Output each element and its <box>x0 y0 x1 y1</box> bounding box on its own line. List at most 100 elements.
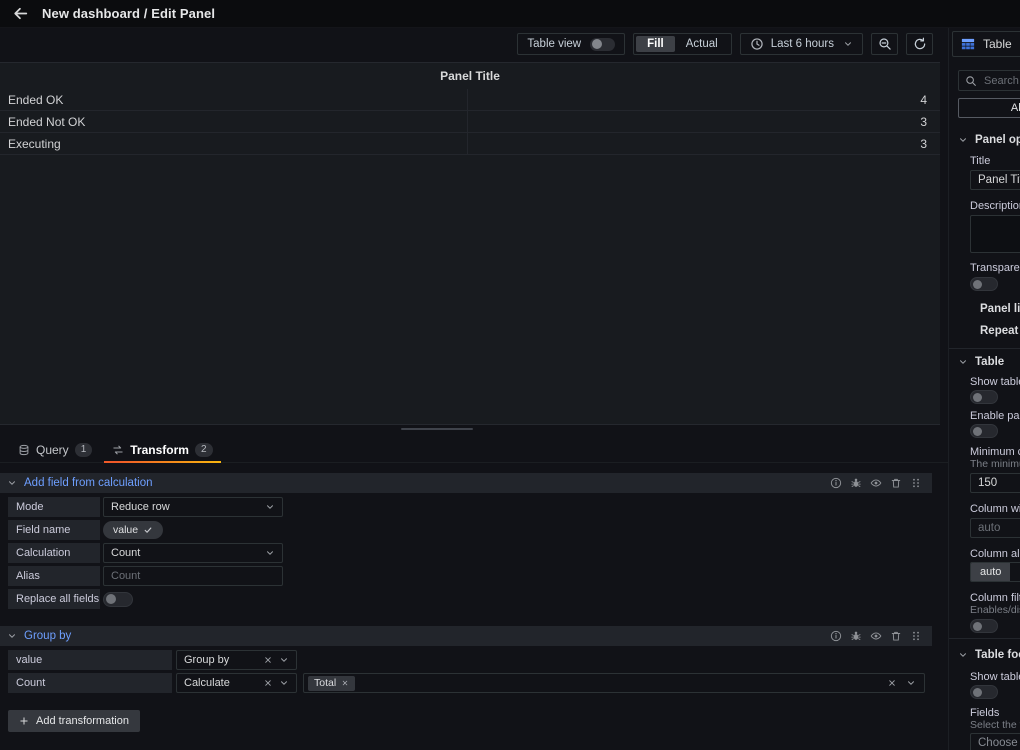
title-label: Title <box>970 155 991 167</box>
description-textarea[interactable] <box>970 215 1020 253</box>
clear-icon[interactable] <box>263 678 273 688</box>
panel-preview: Panel Title Ended OK 4 Ended Not OK 3 Ex… <box>0 62 940 425</box>
transformation-header: Group by <box>0 626 932 646</box>
groupby-operation-select[interactable]: Group by <box>176 650 297 670</box>
mode-select[interactable]: Reduce row <box>103 497 283 517</box>
tab-query[interactable]: Query 1 <box>8 437 102 462</box>
transformation-title: Add field from calculation <box>24 477 153 489</box>
alignment-auto-option[interactable]: auto <box>971 563 1011 581</box>
fields-select[interactable]: Choose <box>970 733 1020 750</box>
eye-icon[interactable] <box>870 630 882 642</box>
fill-actual-group: Fill Actual <box>633 33 732 55</box>
trash-icon[interactable] <box>890 630 902 642</box>
fields-hint: Select the fields that should be calcula… <box>970 719 1020 731</box>
chevron-down-icon <box>265 548 275 558</box>
tab-transform[interactable]: Transform 2 <box>102 437 222 463</box>
pane-resize-handle[interactable] <box>401 428 473 430</box>
drag-handle-icon[interactable] <box>910 630 922 642</box>
show-table-footer-toggle[interactable] <box>970 685 998 699</box>
chevron-down-icon <box>843 39 853 49</box>
debug-icon[interactable] <box>850 630 862 642</box>
column-width-label: Column width <box>970 503 1020 515</box>
aggregations-multiselect[interactable]: Total <box>303 673 925 693</box>
remove-tag-icon[interactable] <box>341 679 349 687</box>
section-panel-options[interactable]: Panel options <box>958 133 1020 147</box>
plus-icon <box>19 716 29 726</box>
main-column: Table view Fill Actual Last 6 hours Pane… <box>0 28 948 750</box>
back-button[interactable] <box>12 5 29 22</box>
clear-icon[interactable] <box>887 678 897 688</box>
collapse-chevron-icon[interactable] <box>7 478 17 488</box>
column-width-input[interactable] <box>970 518 1020 538</box>
info-icon[interactable] <box>830 477 842 489</box>
options-search-input[interactable] <box>982 73 1020 88</box>
transparent-background-label: Transparent background <box>970 262 1020 274</box>
options-sidebar: Table All Panel options Title Descriptio… <box>948 28 1020 750</box>
transparent-background-toggle[interactable] <box>970 277 998 291</box>
column-alignment-label: Column alignment <box>970 548 1020 560</box>
replace-all-fields-label: Replace all fields <box>8 589 100 609</box>
fill-option[interactable]: Fill <box>636 36 675 52</box>
refresh-icon <box>913 37 927 51</box>
aggregation-tag[interactable]: Total <box>308 675 356 691</box>
field-name-pill[interactable]: value <box>103 521 164 539</box>
divider <box>949 638 1020 639</box>
actual-option[interactable]: Actual <box>675 36 729 52</box>
table-view-toggle[interactable] <box>590 37 616 51</box>
chevron-down-icon <box>958 650 968 660</box>
table-row: Ended OK 4 <box>0 89 940 111</box>
groupby-field-label: value <box>8 650 172 670</box>
column-filter-hint: Enables/disables field filters in table <box>970 604 1020 616</box>
panel-title-input[interactable] <box>970 170 1020 190</box>
section-table[interactable]: Table <box>958 355 1020 369</box>
transformation-header: Add field from calculation <box>0 473 932 493</box>
table-view-label: Table view <box>527 38 582 50</box>
groupby-operation-select[interactable]: Calculate <box>176 673 297 693</box>
transform-icon <box>112 444 124 456</box>
transform-count-badge: 2 <box>194 442 213 457</box>
column-filter-toggle[interactable] <box>970 619 998 633</box>
alias-input[interactable] <box>103 566 283 586</box>
top-navbar: New dashboard / Edit Panel <box>0 0 1020 28</box>
field-name-label: Field name <box>8 520 100 540</box>
bottom-pane: Query 1 Transform 2 Add field from calcu… <box>0 437 948 732</box>
time-zoom-out-button[interactable] <box>871 33 898 55</box>
clear-icon[interactable] <box>263 655 273 665</box>
debug-icon[interactable] <box>850 477 862 489</box>
show-table-header-toggle[interactable] <box>970 390 998 404</box>
chevron-down-icon <box>906 678 916 688</box>
add-transformation-button[interactable]: Add transformation <box>8 710 140 732</box>
viz-picker-label: Table <box>983 37 1012 51</box>
viz-picker-button[interactable]: Table <box>952 31 1020 57</box>
section-table-footer[interactable]: Table footer <box>958 648 1020 662</box>
calculation-select[interactable]: Count <box>103 543 283 563</box>
replace-all-fields-toggle[interactable] <box>103 591 133 607</box>
section-panel-links[interactable]: Panel links <box>974 302 1020 316</box>
enable-pagination-toggle[interactable] <box>970 424 998 438</box>
section-repeat-options[interactable]: Repeat options <box>974 324 1020 338</box>
add-transformation-label: Add transformation <box>36 715 129 727</box>
filter-all-button[interactable]: All <box>958 98 1020 118</box>
refresh-button[interactable] <box>906 33 933 55</box>
chevron-down-icon <box>279 655 289 665</box>
chevron-down-icon <box>279 678 289 688</box>
info-icon[interactable] <box>830 630 842 642</box>
min-column-width-input[interactable] <box>970 473 1020 493</box>
transformation-title: Group by <box>24 630 72 642</box>
tab-query-label: Query <box>36 442 69 457</box>
zoom-out-icon <box>878 37 892 51</box>
collapse-chevron-icon[interactable] <box>7 631 17 641</box>
trash-icon[interactable] <box>890 477 902 489</box>
row-value: 4 <box>920 92 927 107</box>
table-column-divider <box>467 89 468 155</box>
calculation-value: Count <box>111 547 141 559</box>
check-icon <box>143 525 153 535</box>
chevron-down-icon <box>958 135 968 145</box>
database-icon <box>18 444 30 456</box>
table-view-control: Table view <box>517 33 626 55</box>
eye-icon[interactable] <box>870 477 882 489</box>
time-range-picker[interactable]: Last 6 hours <box>739 33 863 55</box>
drag-handle-icon[interactable] <box>910 477 922 489</box>
time-range-label: Last 6 hours <box>770 38 834 50</box>
column-alignment-group: auto <box>970 562 1020 582</box>
